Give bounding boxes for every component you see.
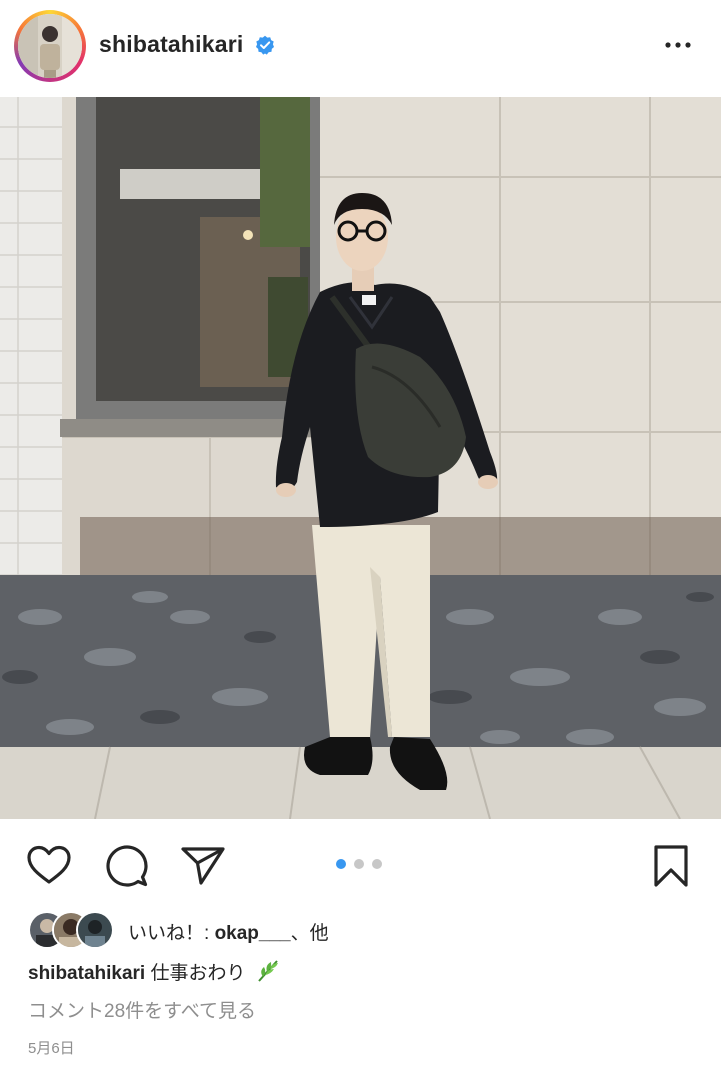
likes-suffix: 、他 xyxy=(290,923,329,944)
avatar-image xyxy=(18,14,82,78)
profile-avatar[interactable] xyxy=(14,10,86,82)
username[interactable]: shibatahikari xyxy=(99,31,244,58)
likes-text[interactable]: いいね！: okap___、他 xyxy=(128,918,329,945)
likes-row[interactable]: いいね！: okap___、他 xyxy=(28,911,718,949)
more-horizontal-icon[interactable] xyxy=(662,35,694,55)
comment-bubble-icon[interactable] xyxy=(106,845,148,887)
caption: shibatahikari 仕事おわり xyxy=(28,958,281,985)
caption-username[interactable]: shibatahikari xyxy=(28,963,145,984)
carousel-dot xyxy=(372,859,382,869)
liker-username[interactable]: okap___ xyxy=(215,923,291,944)
herb-emoji-icon xyxy=(258,960,278,982)
action-bar xyxy=(0,819,721,909)
view-all-comments-link[interactable]: コメント28件をすべて見る xyxy=(28,996,256,1023)
paper-plane-icon[interactable] xyxy=(180,846,226,886)
carousel-indicator xyxy=(334,859,394,869)
post-header: shibatahikari xyxy=(0,0,721,97)
heart-icon[interactable] xyxy=(26,845,72,885)
post-date: 5月6日 xyxy=(28,1040,75,1057)
liker-avatar xyxy=(76,911,114,949)
post-photo[interactable] xyxy=(0,97,721,819)
bookmark-icon[interactable] xyxy=(652,844,690,888)
likes-prefix: いいね！: xyxy=(128,923,215,944)
verified-badge-icon xyxy=(256,35,274,55)
caption-text: 仕事おわり xyxy=(150,963,246,984)
carousel-dot-active xyxy=(336,859,346,869)
carousel-dot xyxy=(354,859,364,869)
